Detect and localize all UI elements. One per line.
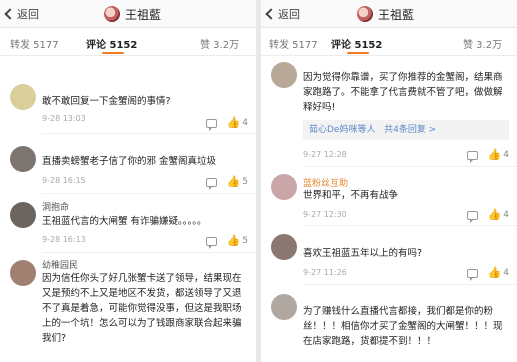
comment-actions: 👍 4 <box>466 209 509 223</box>
nav-bar: 返回 王祖藍 <box>261 0 517 28</box>
more-replies-link[interactable]: 共4条回复 > <box>384 125 436 135</box>
back-label: 返回 <box>17 8 39 21</box>
comment-time: 9-28 13:03 <box>42 114 86 123</box>
divider <box>42 133 256 134</box>
divider <box>303 166 517 167</box>
tab-like[interactable]: 赞 3.2万 <box>200 36 239 51</box>
reply-icon[interactable] <box>205 118 217 131</box>
comment-actions: 👍 4 <box>466 149 509 163</box>
comment-text: 因为觉得你靠谱，买了你推荐的金蟹阁，结果商家跑路了。不能拿了代言费就不管了吧，做… <box>303 72 503 113</box>
chevron-left-icon <box>265 8 277 20</box>
like-icon[interactable]: 👍 <box>488 149 502 160</box>
avatar[interactable] <box>10 84 36 110</box>
right-phone-screen: 返回 王祖藍 转发 5177 评论 5152 赞 3.2万 因为觉得你靠谱，买了… <box>261 0 517 362</box>
like-count: 4 <box>503 150 509 160</box>
comment-author[interactable]: 洞抱命 <box>42 200 69 213</box>
active-tab-indicator <box>347 52 369 54</box>
divider <box>303 225 517 226</box>
tab-like[interactable]: 赞 3.2万 <box>463 36 502 51</box>
comment-text: 为了赚钱什么直播代言都接，我们都是你的粉丝！！！相信你才买了金蟹阁的大闸蟹！！！… <box>303 306 503 347</box>
comment-text: 世界和平，不再有战争 <box>303 190 399 201</box>
like-count: 4 <box>503 210 509 220</box>
avatar[interactable] <box>10 260 36 286</box>
comment-text: 敢不敢回复一下金蟹阁的事情? <box>42 96 171 107</box>
comment-time: 9-28 16:15 <box>42 176 86 185</box>
avatar[interactable] <box>271 62 297 88</box>
tab-bar: 转发 5177 评论 5152 赞 3.2万 <box>261 28 517 56</box>
comment-time: 9-27 11:26 <box>303 268 347 277</box>
like-icon[interactable]: 👍 <box>488 209 502 220</box>
comment-time: 9-28 16:13 <box>42 235 86 244</box>
tab-repost[interactable]: 转发 5177 <box>269 36 318 51</box>
comment-text: 因为信任你头了好几张蟹卡送了领导，结果现在又是预约不上又是地区不发货，都送领导了… <box>42 273 242 344</box>
screenshot-collage: 返回 王祖藍 转发 5177 评论 5152 赞 3.2万 敢不敢回复一下金蟹阁… <box>0 0 517 362</box>
avatar <box>357 6 373 22</box>
page-title: 王祖藍 <box>378 7 415 22</box>
reply-preview[interactable]: 茹心De妈咪等人 共4条回复 > <box>303 120 509 140</box>
back-button[interactable]: 返回 <box>4 6 39 22</box>
comment-time: 9-27 12:30 <box>303 210 347 219</box>
like-icon[interactable]: 👍 <box>227 117 241 128</box>
reply-icon[interactable] <box>205 177 217 190</box>
avatar[interactable] <box>10 146 36 172</box>
reply-icon[interactable] <box>466 210 478 223</box>
tab-comment[interactable]: 评论 5152 <box>331 36 382 51</box>
tab-repost[interactable]: 转发 5177 <box>10 36 59 51</box>
like-count: 5 <box>242 177 248 187</box>
comment-text: 喜欢王祖蓝五年以上的有吗? <box>303 248 423 259</box>
page-header: 王祖藍 <box>104 5 161 23</box>
comment-time: 9-27 12:28 <box>303 150 347 159</box>
avatar[interactable] <box>271 234 297 260</box>
back-label: 返回 <box>278 8 300 21</box>
reply-icon[interactable] <box>205 236 217 249</box>
avatar[interactable] <box>10 202 36 228</box>
like-icon[interactable]: 👍 <box>227 176 241 187</box>
avatar[interactable] <box>271 174 297 200</box>
like-icon[interactable]: 👍 <box>227 235 241 246</box>
active-tab-indicator <box>102 52 124 54</box>
like-count: 4 <box>242 118 248 128</box>
reply-separator <box>378 125 381 135</box>
like-count: 4 <box>503 268 509 278</box>
avatar <box>104 6 120 22</box>
avatar[interactable] <box>271 294 297 320</box>
divider <box>303 284 517 285</box>
tab-comment[interactable]: 评论 5152 <box>86 36 137 51</box>
nav-bar: 返回 王祖藍 <box>0 0 256 28</box>
divider <box>42 193 256 194</box>
comment-text: 王祖蓝代言的大闸蟹 有诈骗嫌疑。。。。。 <box>42 216 207 227</box>
comment-actions: 👍 4 <box>205 117 248 131</box>
reply-icon[interactable] <box>466 268 478 281</box>
tab-bar: 转发 5177 评论 5152 赞 3.2万 <box>0 28 256 56</box>
reply-nick[interactable]: 茹心De妈咪等人 <box>309 125 375 135</box>
back-button[interactable]: 返回 <box>265 6 300 22</box>
comment-actions: 👍 4 <box>466 267 509 281</box>
like-icon[interactable]: 👍 <box>488 267 502 278</box>
comment-author[interactable]: 幼稚园民 <box>42 258 78 271</box>
divider <box>42 252 256 253</box>
reply-icon[interactable] <box>466 150 478 163</box>
comment-actions: 👍 5 <box>205 235 248 249</box>
like-count: 5 <box>242 236 248 246</box>
comment-actions: 👍 5 <box>205 176 248 190</box>
left-phone-screen: 返回 王祖藍 转发 5177 评论 5152 赞 3.2万 敢不敢回复一下金蟹阁… <box>0 0 256 362</box>
chevron-left-icon <box>4 8 16 20</box>
page-header: 王祖藍 <box>357 5 414 23</box>
page-title: 王祖藍 <box>125 7 162 22</box>
comment-text: 直播卖螃蟹老子信了你的邪 金蟹阁真垃圾 <box>42 156 217 167</box>
